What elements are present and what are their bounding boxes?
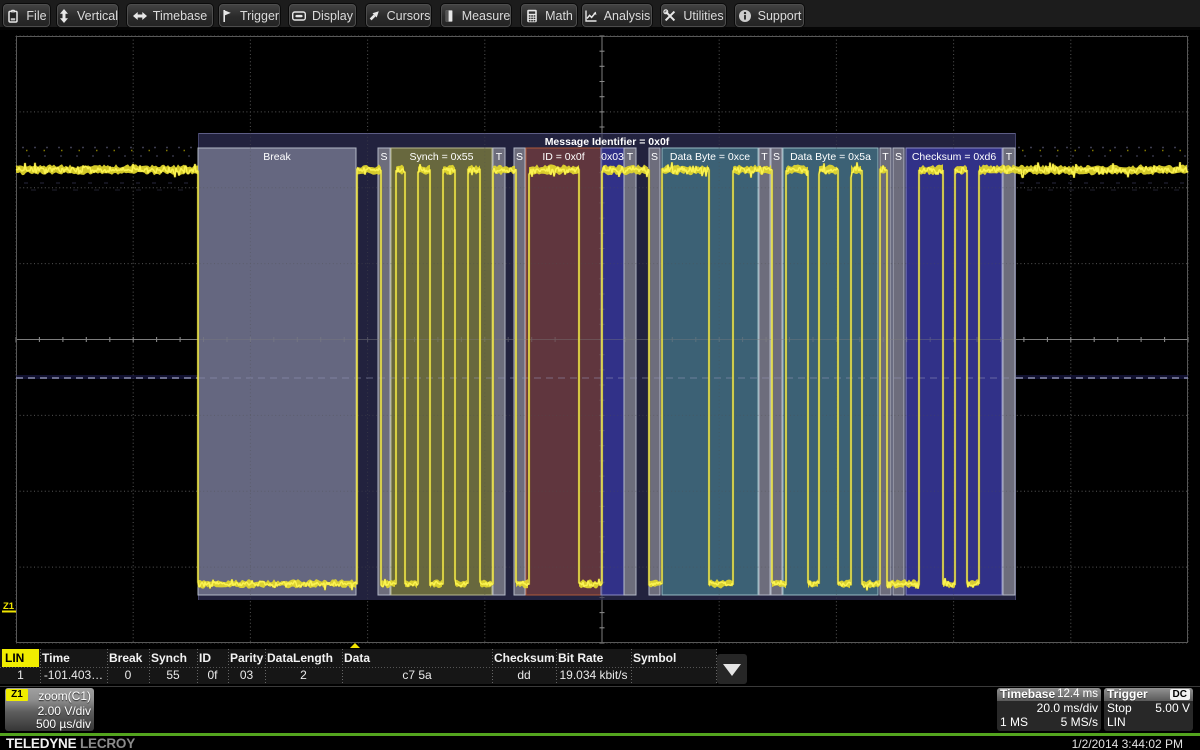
svg-text:ID = 0x0f: ID = 0x0f [542,151,584,163]
svg-text:T: T [1006,151,1013,163]
svg-text:0x03: 0x03 [601,151,624,163]
svg-text:Data Byte = 0x5a: Data Byte = 0x5a [790,151,871,163]
svg-text:T: T [882,151,889,163]
svg-text:Checksum = 0xd6: Checksum = 0xd6 [912,151,996,163]
svg-text:Message Identifier = 0x0f: Message Identifier = 0x0f [545,136,670,148]
svg-text:Data Byte = 0xce: Data Byte = 0xce [670,151,750,163]
svg-text:S: S [895,151,902,163]
svg-text:Break: Break [263,151,291,163]
svg-text:S: S [516,151,523,163]
svg-text:S: S [773,151,780,163]
svg-text:T: T [496,151,503,163]
svg-text:S: S [380,151,387,163]
svg-text:T: T [627,151,634,163]
svg-text:S: S [651,151,658,163]
svg-text:T: T [761,151,768,163]
svg-text:Z1: Z1 [3,601,15,612]
svg-text:Synch = 0x55: Synch = 0x55 [410,151,474,163]
